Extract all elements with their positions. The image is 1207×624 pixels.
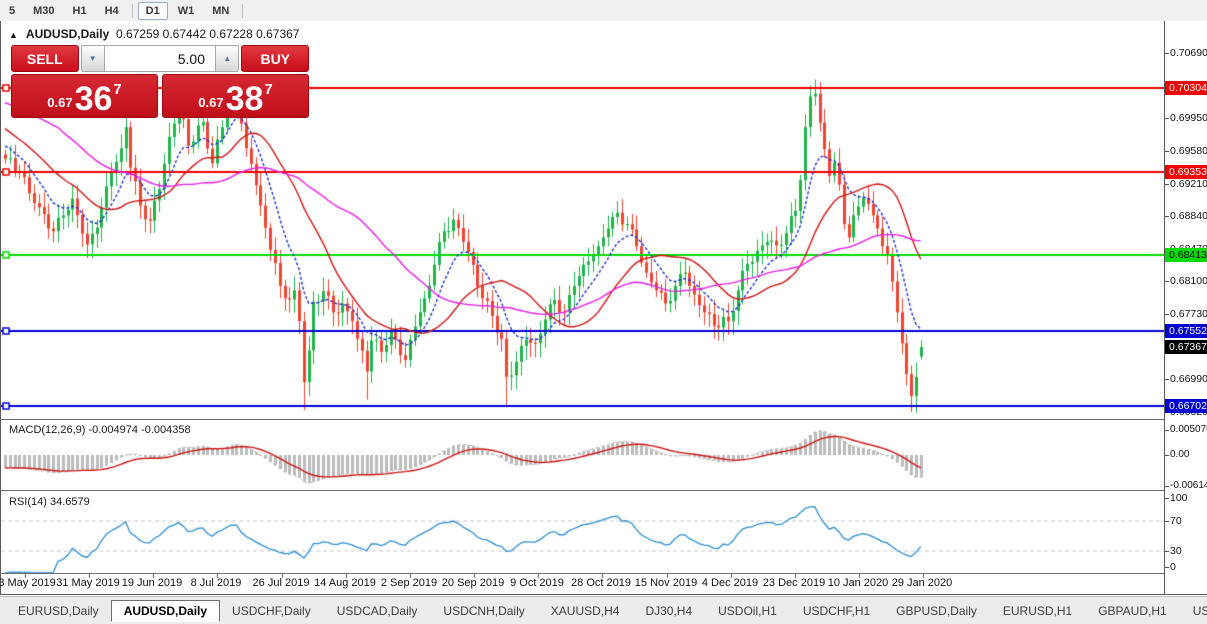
date-tick-label: 29 Jan 2020: [892, 577, 953, 589]
volume-decrease-button[interactable]: ▼: [81, 45, 105, 72]
timeframe-button-w1[interactable]: W1: [170, 2, 203, 20]
date-tick-label: 13 May 2019: [0, 577, 56, 589]
date-tick-label: 19 Jun 2019: [122, 577, 183, 589]
rsi-axis-label: 30: [1170, 545, 1182, 557]
buy-price-sup: 7: [264, 81, 272, 98]
chart-tab-xauusd-h4[interactable]: XAUUSD,H4: [539, 601, 632, 621]
price-level-badge: 0.69353: [1165, 165, 1207, 179]
macd-axis-label: -0.006148: [1170, 480, 1207, 491]
chart-tab-eurusd-daily[interactable]: EURUSD,Daily: [6, 601, 111, 621]
chart-tab-eurusd-h1[interactable]: EURUSD,H1: [991, 601, 1084, 621]
chart-tab-dj30-h4[interactable]: DJ30,H4: [633, 601, 704, 621]
price-tick-label: 0.69580: [1170, 145, 1207, 157]
price-level-badge: 0.66702: [1165, 399, 1207, 413]
buy-price-prefix: 0.67: [198, 95, 223, 110]
price-level-badge: 0.68413: [1165, 248, 1207, 262]
price-tick-label: 0.70690: [1170, 47, 1207, 59]
date-tick-label: 20 Sep 2019: [442, 577, 504, 589]
date-tick-label: 14 Aug 2019: [314, 577, 376, 589]
rsi-axis-label: 70: [1170, 515, 1182, 527]
macd-axis-label: 0.00: [1170, 449, 1189, 460]
timeframe-button-5[interactable]: 5: [1, 2, 23, 20]
chart-ohlc-values: 0.67259 0.67442 0.67228 0.67367: [116, 27, 300, 41]
date-tick-label: 28 Oct 2019: [571, 577, 631, 589]
macd-rsi-separator[interactable]: [0, 490, 1207, 491]
toolbar-separator: [132, 4, 133, 18]
price-tick-label: 0.68840: [1170, 210, 1207, 222]
price-axis[interactable]: 0.70690 0.69950 0.69580 0.69210 0.68840 0.684…: [1164, 21, 1207, 594]
rsi-indicator-label: RSI(14) 34.6579: [9, 496, 90, 508]
timeframe-button-h4[interactable]: H4: [97, 2, 127, 20]
volume-input[interactable]: [105, 45, 215, 72]
timeframe-button-mn[interactable]: MN: [204, 2, 237, 20]
macd-axis-label: 0.005076: [1170, 424, 1207, 435]
price-level-badge: 0.67367: [1165, 340, 1207, 354]
date-tick-label: 4 Dec 2019: [702, 577, 758, 589]
chart-tab-audusd-daily[interactable]: AUDUSD,Daily: [111, 600, 220, 622]
date-tick-label: 10 Jan 2020: [828, 577, 889, 589]
timeframe-button-h1[interactable]: H1: [65, 2, 95, 20]
sell-price-box[interactable]: 0.67367: [11, 74, 158, 118]
chart-tab-gbpaud-h1[interactable]: GBPAUD,H1: [1086, 601, 1178, 621]
price-tick-label: 0.66990: [1170, 373, 1207, 385]
date-tick-label: 26 Jul 2019: [253, 577, 310, 589]
buy-button[interactable]: BUY: [241, 45, 309, 72]
date-tick-label: 2 Sep 2019: [381, 577, 437, 589]
sell-price-big: 36: [75, 84, 113, 114]
date-tick-label: 8 Jul 2019: [191, 577, 242, 589]
timeframe-toolbar: 5M30H1H4 D1W1MN: [0, 0, 1207, 22]
chart-window: ▲ AUDUSD,Daily 0.67259 0.67442 0.67228 0.…: [0, 21, 1207, 595]
main-macd-separator[interactable]: [0, 419, 1207, 420]
timeframe-button-m30[interactable]: M30: [25, 2, 62, 20]
toolbar-separator: [242, 4, 243, 18]
buy-price-box[interactable]: 0.67387: [162, 74, 309, 118]
price-level-badge: 0.70304: [1165, 81, 1207, 95]
chart-tab-usdchf-h1[interactable]: USDCHF,H1: [791, 601, 882, 621]
date-tick-label: 23 Dec 2019: [763, 577, 825, 589]
price-level-badge: 0.67552: [1165, 324, 1207, 338]
chart-title: ▲ AUDUSD,Daily 0.67259 0.67442 0.67228 0.…: [9, 27, 299, 41]
price-tick-label: 0.69210: [1170, 178, 1207, 190]
macd-indicator-label: MACD(12,26,9) -0.004974 -0.004358: [9, 424, 191, 436]
chevron-up-icon: ▲: [223, 54, 231, 63]
terminal-window: 5M30H1H4 D1W1MN ▲ AUDUSD,Daily 0.67259 0.6…: [0, 0, 1207, 624]
chart-tab-usdoil-h1[interactable]: USDOil,H1: [706, 601, 789, 621]
date-tick-label: 31 May 2019: [56, 577, 120, 589]
chart-tab-bar: EURUSD,DailyAUDUSD,DailyUSDCHF,DailyUSDC…: [0, 596, 1207, 624]
date-tick-label: 15 Nov 2019: [635, 577, 697, 589]
sell-button[interactable]: SELL: [11, 45, 79, 72]
one-click-trading-panel: SELL ▼ ▲ BUY 0.67367 0.67387: [11, 45, 309, 118]
timeframe-button-d1[interactable]: D1: [138, 2, 168, 20]
rsi-axis-separator: [0, 573, 1207, 574]
price-tick-label: 0.67730: [1170, 308, 1207, 320]
buy-price-big: 38: [226, 84, 264, 114]
chart-tab-usdcad-daily[interactable]: USDCAD,Daily: [325, 601, 430, 621]
collapse-chart-icon[interactable]: ▲: [9, 30, 18, 40]
chart-symbol-label: AUDUSD,Daily: [26, 27, 109, 41]
rsi-axis-label: 0: [1170, 561, 1176, 573]
volume-increase-button[interactable]: ▲: [215, 45, 239, 72]
chart-tab-usd[interactable]: USD: [1181, 601, 1207, 621]
chart-tab-usdchf-daily[interactable]: USDCHF,Daily: [220, 601, 323, 621]
sell-price-prefix: 0.67: [47, 95, 72, 110]
chart-tab-usdcnh-daily[interactable]: USDCNH,Daily: [431, 601, 536, 621]
rsi-axis-label: 100: [1170, 492, 1188, 504]
date-tick-label: 9 Oct 2019: [510, 577, 564, 589]
price-tick-label: 0.69950: [1170, 112, 1207, 124]
chevron-down-icon: ▼: [89, 54, 97, 63]
price-tick-label: 0.68100: [1170, 275, 1207, 287]
sell-price-sup: 7: [113, 81, 121, 98]
chart-tab-gbpusd-daily[interactable]: GBPUSD,Daily: [884, 601, 989, 621]
